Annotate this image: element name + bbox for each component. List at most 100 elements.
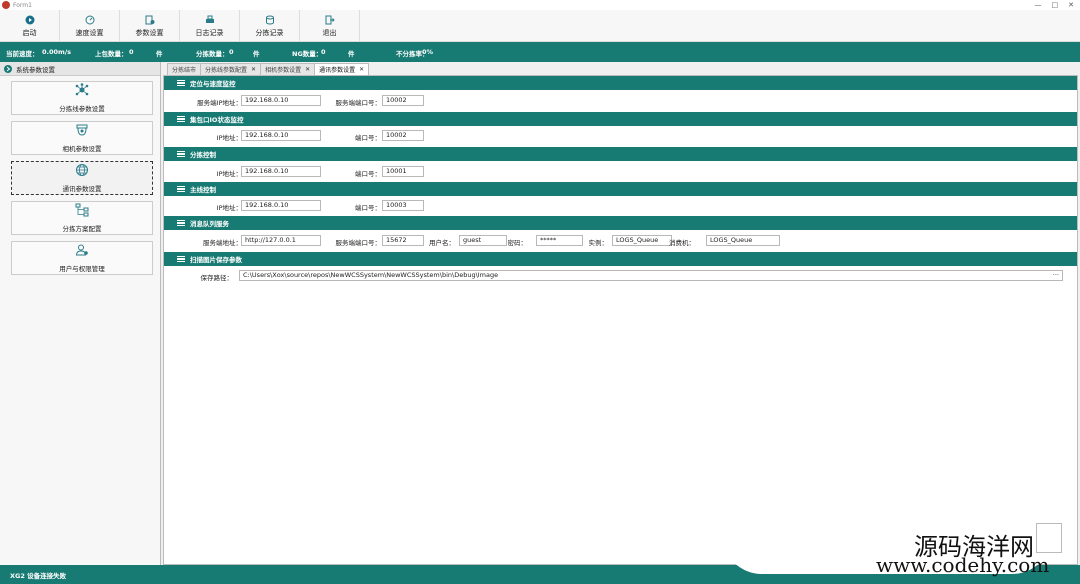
users-icon — [75, 243, 89, 259]
window-title: Form1 — [13, 1, 32, 9]
sidebar-item-users[interactable]: 用户与权限管理 — [11, 241, 153, 275]
image-row: 保存路径： C:\Users\Xox\source\repos\NewWCSSy… — [164, 269, 1077, 283]
app-icon — [2, 1, 10, 9]
speed-ip-input[interactable]: 192.168.0.10 — [241, 95, 321, 106]
sidebar-item-label: 分拣方案配置 — [62, 225, 102, 233]
sidebar-item-communication[interactable]: 通讯参数设置 — [11, 161, 153, 195]
speedometer-icon — [85, 15, 95, 25]
exit-button[interactable]: 退出 — [300, 10, 360, 42]
mq-password-input[interactable]: ***** — [536, 235, 583, 246]
globe-icon — [75, 163, 89, 179]
ng-value: 0 — [321, 48, 326, 56]
watermark-text-url: www.codehy.com — [876, 553, 1050, 577]
log-records-label: 日志记录 — [195, 28, 224, 37]
mq-port-input[interactable]: 15672 — [382, 235, 424, 246]
mq-address-input[interactable]: http://127.0.0.1 — [241, 235, 321, 246]
ng-label: NG数量： — [292, 50, 323, 58]
username-label: 用户名： — [429, 239, 455, 247]
io-ip-input[interactable]: 192.168.0.10 — [241, 130, 321, 141]
port-label: 端口号： — [355, 204, 381, 212]
speed-port-input[interactable]: 10002 — [382, 95, 424, 106]
mq-username-input[interactable]: guest — [459, 235, 507, 246]
sort-row: IP地址： 192.168.0.10 端口号： 10001 — [164, 165, 1077, 179]
tab-strip: 分拣结市 分拣线参数配置 ✕ 相机参数设置 ✕ 通讯参数设置 ✕ — [167, 63, 370, 75]
tab-label: 相机参数设置 — [265, 67, 302, 74]
io-port-input[interactable]: 10002 — [382, 130, 424, 141]
section-title: 集包口IO状态监控 — [190, 116, 244, 124]
sidebar-item-scheme[interactable]: 分拣方案配置 — [11, 201, 153, 235]
tab-label: 分拣线参数配置 — [205, 67, 248, 74]
printer-icon — [205, 15, 215, 25]
sidebar-item-camera[interactable]: 相机参数设置 — [11, 121, 153, 155]
nonsort-value: 0% — [422, 48, 434, 56]
io-row: IP地址： 192.168.0.10 端口号： 10002 — [164, 129, 1077, 143]
sort-unit: 件 — [253, 50, 260, 58]
main-row: IP地址： 192.168.0.10 端口号： 10003 — [164, 199, 1077, 213]
mq-row: 服务端地址： http://127.0.0.1 服务端端口号： 15672 用户… — [164, 234, 1077, 248]
section-title: 扫描图片保存参数 — [190, 256, 242, 264]
start-button-label: 启动 — [22, 28, 37, 37]
sort-records-label: 分拣记录 — [255, 28, 284, 37]
save-path-label: 保存路径： — [200, 274, 234, 282]
list-icon — [177, 255, 185, 263]
sort-records-button[interactable]: 分拣记录 — [240, 10, 300, 42]
instance-label: 实例： — [588, 239, 609, 247]
section-header-speed: 定位与速度监控 — [164, 76, 1077, 90]
close-icon[interactable]: ✕ — [359, 66, 364, 73]
tab-sortline-config[interactable]: 分拣线参数配置 ✕ — [200, 63, 262, 75]
upload-unit: 件 — [156, 50, 163, 58]
save-path-input[interactable]: C:\Users\Xox\source\repos\NewWCSSystem\N… — [239, 270, 1063, 281]
section-header-image: 扫描图片保存参数 — [164, 252, 1077, 266]
ip-label: IP地址： — [216, 170, 242, 178]
param-settings-button[interactable]: 参数设置 — [120, 10, 180, 42]
exit-icon — [325, 15, 335, 25]
section-header-main: 主线控制 — [164, 182, 1077, 196]
mq-instance-input[interactable]: LOGS_Queue — [612, 235, 672, 246]
sidebar-item-sortline[interactable]: 分拣线参数设置 — [11, 81, 153, 115]
list-icon — [177, 115, 185, 123]
sidebar-item-label: 分拣线参数设置 — [59, 105, 105, 113]
mq-consumer-input[interactable]: LOGS_Queue — [706, 235, 780, 246]
speed-value: 0.00 — [42, 48, 59, 56]
main-port-input[interactable]: 10003 — [382, 200, 424, 211]
list-icon — [177, 79, 185, 87]
ip-label: IP地址： — [216, 134, 242, 142]
sidebar-header-label: 系统参数设置 — [16, 65, 55, 74]
close-icon[interactable]: ✕ — [305, 66, 310, 73]
browse-button[interactable]: ··· — [1053, 271, 1059, 280]
save-path-value: C:\Users\Xox\source\repos\NewWCSSystem\N… — [243, 271, 499, 279]
port-label: 服务端端口号： — [335, 239, 382, 247]
start-button[interactable]: 启动 — [0, 10, 60, 42]
tab-camera-settings[interactable]: 相机参数设置 ✕ — [260, 63, 316, 75]
play-icon — [25, 15, 35, 25]
consumer-label: 消费机： — [669, 239, 695, 247]
speed-unit: m/s — [58, 48, 72, 56]
tab-sort-results[interactable]: 分拣结市 — [167, 63, 202, 75]
minimize-button[interactable]: — — [1035, 0, 1042, 10]
sidebar-item-label: 用户与权限管理 — [59, 265, 105, 273]
section-title: 分拣控制 — [190, 151, 216, 159]
title-bar: Form1 — □ ✕ — [0, 0, 1080, 10]
address-label: 服务端地址： — [203, 239, 242, 247]
status-bar: 当前速度： 0.00 m/s 上包数量： 0 件 分拣数量： 0 件 NG数量：… — [0, 42, 1080, 62]
list-icon — [177, 185, 185, 193]
upload-label: 上包数量： — [95, 50, 128, 58]
section-title: 主线控制 — [190, 186, 216, 194]
sort-ip-input[interactable]: 192.168.0.10 — [241, 166, 321, 177]
settings-icon — [145, 15, 155, 25]
tab-communication-settings[interactable]: 通讯参数设置 ✕ — [314, 63, 370, 75]
password-label: 密码： — [507, 239, 528, 247]
upload-value: 0 — [129, 48, 134, 56]
network-hub-icon — [75, 83, 89, 99]
log-records-button[interactable]: 日志记录 — [180, 10, 240, 42]
speed-settings-button[interactable]: 速度设置 — [60, 10, 120, 42]
close-icon[interactable]: ✕ — [251, 66, 256, 73]
main-ip-input[interactable]: 192.168.0.10 — [241, 200, 321, 211]
close-window-button[interactable]: ✕ — [1068, 0, 1074, 10]
sort-port-input[interactable]: 10001 — [382, 166, 424, 177]
maximize-button[interactable]: □ — [1052, 0, 1059, 10]
camera-icon — [75, 123, 89, 139]
sidebar-header[interactable]: 系统参数设置 — [0, 62, 160, 76]
flowchart-icon — [75, 203, 89, 219]
footer-status-text: XG2 设备连接失败 — [10, 572, 67, 580]
